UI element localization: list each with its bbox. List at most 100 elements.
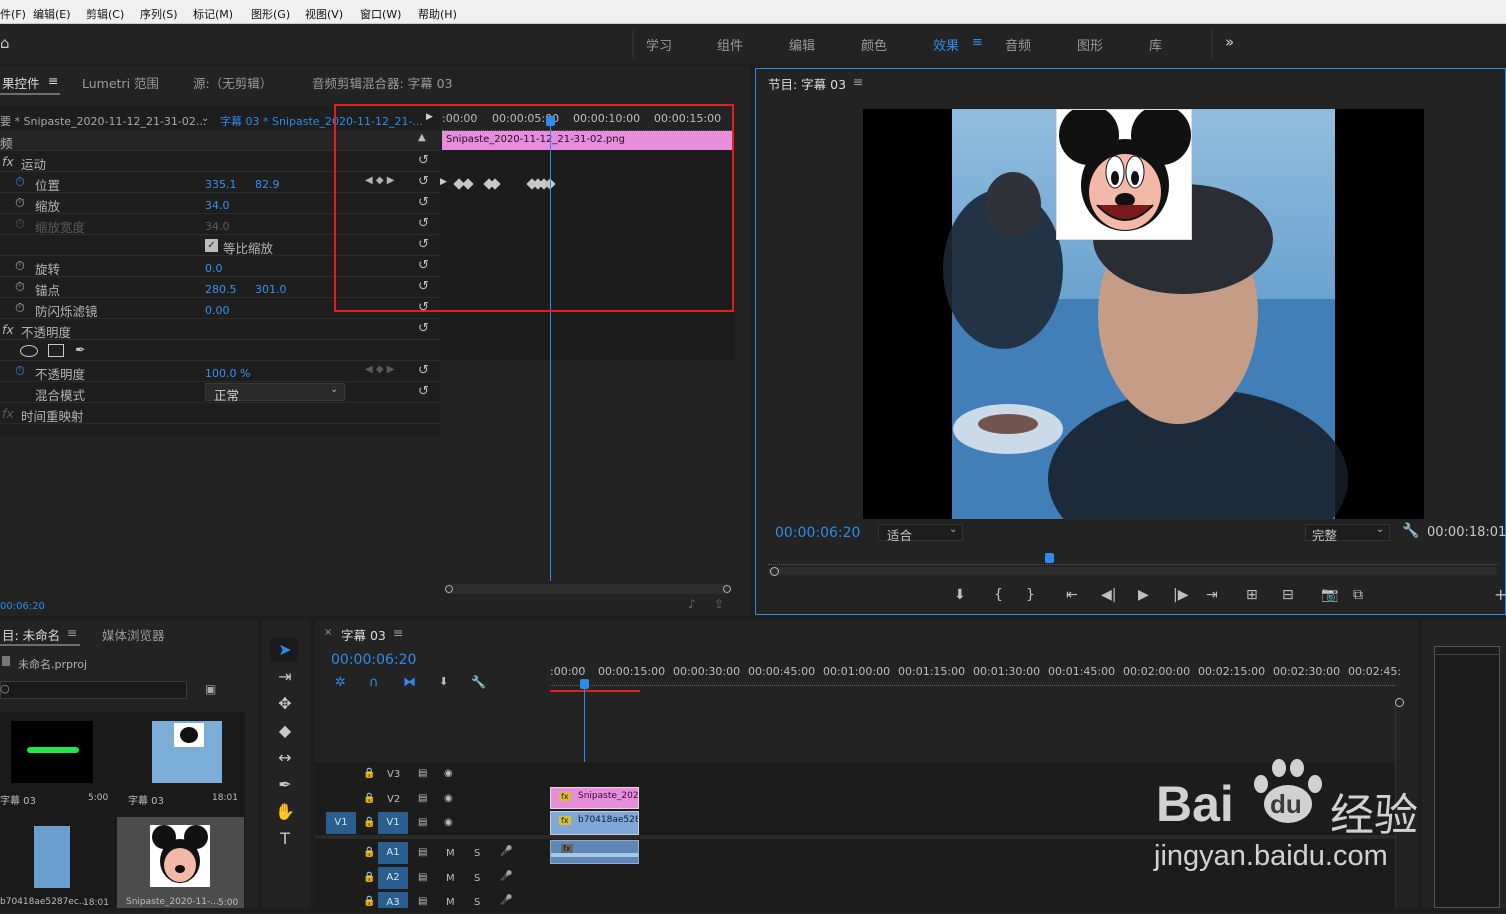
pen-tool-icon[interactable]: ✒ — [275, 775, 295, 794]
wrench-icon[interactable]: 🔧 — [471, 675, 486, 689]
panel-menu-icon[interactable]: ≡ — [67, 625, 77, 640]
ws-more-icon[interactable]: » — [1225, 33, 1234, 51]
ellipse-mask-icon[interactable] — [20, 345, 38, 357]
menu-clip[interactable]: 剪辑(C) — [86, 6, 124, 22]
tab-project[interactable]: 目: 未命名 — [2, 625, 60, 644]
opacity-value[interactable]: 100.0 % — [205, 367, 250, 380]
mickey-overlay-image[interactable] — [1056, 105, 1192, 240]
eye-icon[interactable]: ◉ — [444, 768, 453, 779]
project-search-input[interactable] — [0, 681, 187, 699]
audio-icon[interactable]: ♪ — [688, 597, 696, 611]
monitor-scroll[interactable] — [768, 567, 1498, 575]
stopwatch-icon[interactable]: ⏱ — [15, 300, 25, 316]
mark-in-icon[interactable]: { — [994, 587, 1003, 603]
flicker-value[interactable]: 0.00 — [205, 304, 230, 317]
menu-edit[interactable]: 编辑(E) — [33, 6, 71, 22]
anchor-x[interactable]: 280.5 — [205, 283, 237, 296]
compare-view-icon[interactable]: ⧉ — [1353, 587, 1363, 603]
rectangle-mask-icon[interactable] — [48, 344, 64, 357]
stopwatch-icon[interactable]: ⏱ — [15, 174, 25, 190]
rotation-value[interactable]: 0.0 — [205, 262, 223, 275]
pen-mask-icon[interactable]: ✒ — [75, 342, 85, 357]
mute-button[interactable]: M — [446, 848, 455, 859]
uniform-scale-checkbox[interactable]: ✓ — [205, 239, 218, 252]
menu-graphics[interactable]: 图形(G) — [251, 6, 290, 22]
go-to-in-icon[interactable]: ⇤ — [1066, 587, 1078, 603]
lock-icon[interactable]: 🔒 — [363, 817, 375, 828]
ws-color[interactable]: 颜色 — [861, 35, 887, 54]
tab-lumetri-scopes[interactable]: Lumetri 范围 — [82, 73, 159, 92]
ws-effects[interactable]: 效果 — [933, 35, 959, 54]
eye-icon[interactable]: ◉ — [444, 793, 453, 804]
track-target-a1[interactable]: A1 — [378, 842, 408, 864]
ws-libraries[interactable]: 库 — [1149, 35, 1162, 54]
extract-icon[interactable]: ⊟ — [1282, 587, 1294, 603]
panel-menu-icon[interactable]: ≡ — [48, 73, 58, 88]
stopwatch-icon[interactable]: ⏱ — [15, 195, 25, 211]
add-marker-icon[interactable]: ⬇ — [439, 675, 448, 688]
sync-icon[interactable]: ▤ — [418, 872, 427, 883]
tab-media-browser[interactable]: 媒体浏览器 — [102, 625, 165, 644]
home-icon[interactable]: ⌂ — [0, 34, 10, 52]
menu-sequence[interactable]: 序列(S) — [140, 6, 178, 22]
program-timecode[interactable]: 00:00:06:20 — [775, 525, 860, 541]
sync-icon[interactable]: ▤ — [418, 896, 427, 907]
timeline-timecode[interactable]: 00:00:06:20 — [331, 652, 416, 668]
fit-select[interactable]: 适合 ⌄ — [878, 524, 963, 543]
source-v1-button[interactable]: V1 — [326, 812, 356, 834]
hand-tool-icon[interactable]: ✋ — [275, 802, 295, 821]
menu-file[interactable]: 件(F) — [0, 6, 26, 22]
ws-effects-menu-icon[interactable]: ≡ — [972, 35, 983, 50]
microphone-icon[interactable]: 🎤 — [500, 846, 512, 857]
panel-menu-icon[interactable]: ≡ — [853, 74, 863, 89]
timeline-playhead-handle[interactable] — [580, 679, 589, 689]
sync-icon[interactable]: ▤ — [418, 768, 427, 779]
mute-button[interactable]: M — [446, 897, 455, 908]
menu-view[interactable]: 视图(V) — [305, 6, 343, 22]
export-frame-icon[interactable]: 📷 — [1321, 587, 1338, 603]
project-item-thumb[interactable] — [150, 825, 210, 887]
tab-effect-controls[interactable]: 果控件 — [2, 73, 40, 92]
panel-menu-icon[interactable]: ≡ — [393, 625, 403, 640]
razor-tool-icon[interactable]: ◆ — [275, 721, 295, 740]
type-tool-icon[interactable]: T — [275, 829, 295, 848]
ws-editing[interactable]: 编辑 — [789, 35, 815, 54]
lock-icon[interactable]: 🔒 — [363, 872, 375, 883]
position-x[interactable]: 335.1 — [205, 178, 237, 191]
reset-icon[interactable]: ↺ — [418, 384, 429, 399]
new-bin-icon[interactable]: ▣ — [205, 682, 216, 696]
sync-icon[interactable]: ▤ — [418, 847, 427, 858]
mark-out-icon[interactable]: } — [1026, 587, 1035, 603]
snap-nested-icon[interactable]: ✲ — [335, 675, 346, 690]
clip-v1[interactable]: fx b70418ae528 — [550, 811, 639, 835]
lock-icon[interactable]: 🔒 — [363, 847, 375, 858]
work-area-bar[interactable] — [550, 690, 640, 692]
project-item-thumb[interactable] — [152, 721, 222, 783]
selection-tool-icon[interactable]: ➤ — [275, 640, 295, 659]
add-marker-icon[interactable]: ⬇ — [954, 587, 966, 603]
step-back-icon[interactable]: ◀| — [1101, 587, 1116, 603]
menu-window[interactable]: 窗口(W) — [360, 6, 401, 22]
stopwatch-icon[interactable]: ⏱ — [15, 363, 25, 379]
monitor-playhead[interactable] — [1045, 553, 1054, 563]
stopwatch-icon[interactable]: ⏱ — [15, 279, 25, 295]
clip-v2[interactable]: fx Snipaste_202 — [550, 787, 639, 809]
scale-value[interactable]: 34.0 — [205, 199, 230, 212]
sync-icon[interactable]: ▤ — [418, 817, 427, 828]
lift-icon[interactable]: ⊞ — [1246, 587, 1258, 603]
microphone-icon[interactable]: 🎤 — [500, 895, 512, 906]
step-forward-icon[interactable]: |▶ — [1173, 587, 1188, 603]
reset-icon[interactable]: ↺ — [418, 363, 429, 378]
monitor-ruler[interactable] — [768, 555, 1498, 565]
lock-icon[interactable]: 🔒 — [363, 768, 375, 779]
sequence-tab[interactable]: 字幕 03 — [341, 625, 386, 644]
menu-marker[interactable]: 标记(M) — [193, 6, 233, 22]
keyframe-nav-icon[interactable]: ◀ ◆ ▶ — [365, 364, 394, 375]
project-item-thumb[interactable] — [11, 721, 93, 783]
track-target-a3[interactable]: A3 — [378, 892, 408, 908]
solo-button[interactable]: S — [474, 873, 480, 884]
chevron-down-icon[interactable]: ⌄ — [201, 113, 209, 124]
position-y[interactable]: 82.9 — [255, 178, 280, 191]
wrench-icon[interactable]: 🔧 — [1402, 523, 1419, 539]
ws-audio[interactable]: 音频 — [1005, 35, 1031, 54]
